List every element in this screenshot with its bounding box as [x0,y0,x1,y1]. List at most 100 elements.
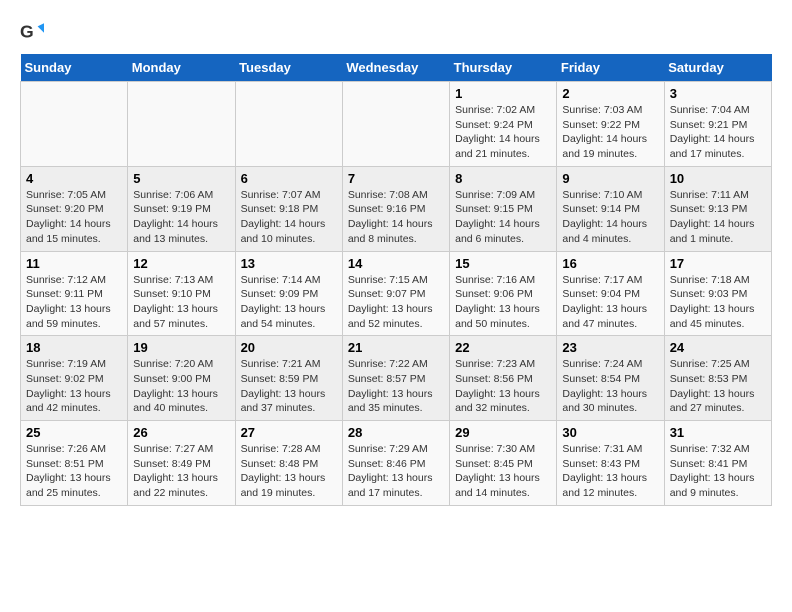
calendar-cell: 18 Sunrise: 7:19 AM Sunset: 9:02 PM Dayli… [21,336,128,421]
calendar-cell: 3 Sunrise: 7:04 AM Sunset: 9:21 PM Daylig… [664,82,771,167]
day-number: 8 [455,171,551,186]
day-number: 28 [348,425,444,440]
calendar-week-2: 4 Sunrise: 7:05 AM Sunset: 9:20 PM Daylig… [21,166,772,251]
day-info: Sunrise: 7:26 AM Sunset: 8:51 PM Dayligh… [26,442,122,501]
calendar-header-row: SundayMondayTuesdayWednesdayThursdayFrid… [21,54,772,82]
day-info: Sunrise: 7:11 AM Sunset: 9:13 PM Dayligh… [670,188,766,247]
day-number: 17 [670,256,766,271]
calendar-cell: 1 Sunrise: 7:02 AM Sunset: 9:24 PM Daylig… [450,82,557,167]
calendar-cell: 31 Sunrise: 7:32 AM Sunset: 8:41 PM Dayli… [664,421,771,506]
day-info: Sunrise: 7:20 AM Sunset: 9:00 PM Dayligh… [133,357,229,416]
day-number: 10 [670,171,766,186]
calendar-cell: 16Sunrise: 7:17 AM Sunset: 9:04 PM Dayli… [557,251,664,336]
calendar-cell [128,82,235,167]
calendar-cell: 17 Sunrise: 7:18 AM Sunset: 9:03 PM Dayli… [664,251,771,336]
day-info: Sunrise: 7:30 AM Sunset: 8:45 PM Dayligh… [455,442,551,501]
calendar-cell: 14 Sunrise: 7:15 AM Sunset: 9:07 PM Dayli… [342,251,449,336]
day-info: Sunrise: 7:07 AM Sunset: 9:18 PM Dayligh… [241,188,337,247]
day-info: Sunrise: 7:23 AM Sunset: 8:56 PM Dayligh… [455,357,551,416]
calendar-cell: 26Sunrise: 7:27 AM Sunset: 8:49 PM Dayli… [128,421,235,506]
day-number: 19 [133,340,229,355]
day-number: 14 [348,256,444,271]
day-number: 2 [562,86,658,101]
day-info: Sunrise: 7:03 AM Sunset: 9:22 PM Dayligh… [562,103,658,162]
day-info: Sunrise: 7:21 AM Sunset: 8:59 PM Dayligh… [241,357,337,416]
svg-text:G: G [20,22,34,42]
calendar-cell: 12Sunrise: 7:13 AM Sunset: 9:10 PM Dayli… [128,251,235,336]
calendar-cell: 8 Sunrise: 7:09 AM Sunset: 9:15 PM Daylig… [450,166,557,251]
day-info: Sunrise: 7:28 AM Sunset: 8:48 PM Dayligh… [241,442,337,501]
calendar-cell: 5Sunrise: 7:06 AM Sunset: 9:19 PM Daylig… [128,166,235,251]
day-number: 13 [241,256,337,271]
calendar-header-tuesday: Tuesday [235,54,342,82]
calendar-cell: 27 Sunrise: 7:28 AM Sunset: 8:48 PM Dayli… [235,421,342,506]
calendar-week-1: 1 Sunrise: 7:02 AM Sunset: 9:24 PM Daylig… [21,82,772,167]
day-info: Sunrise: 7:10 AM Sunset: 9:14 PM Dayligh… [562,188,658,247]
header: G [20,20,772,44]
day-number: 6 [241,171,337,186]
logo-icon: G [20,20,44,44]
calendar-cell: 19 Sunrise: 7:20 AM Sunset: 9:00 PM Dayli… [128,336,235,421]
calendar-cell: 23 Sunrise: 7:24 AM Sunset: 8:54 PM Dayli… [557,336,664,421]
calendar-cell: 15 Sunrise: 7:16 AM Sunset: 9:06 PM Dayli… [450,251,557,336]
calendar-body: 1 Sunrise: 7:02 AM Sunset: 9:24 PM Daylig… [21,82,772,506]
day-number: 20 [241,340,337,355]
calendar-header-saturday: Saturday [664,54,771,82]
day-info: Sunrise: 7:27 AM Sunset: 8:49 PM Dayligh… [133,442,229,501]
day-info: Sunrise: 7:02 AM Sunset: 9:24 PM Dayligh… [455,103,551,162]
day-info: Sunrise: 7:12 AM Sunset: 9:11 PM Dayligh… [26,273,122,332]
calendar-cell: 22 Sunrise: 7:23 AM Sunset: 8:56 PM Dayli… [450,336,557,421]
calendar-header-wednesday: Wednesday [342,54,449,82]
day-info: Sunrise: 7:25 AM Sunset: 8:53 PM Dayligh… [670,357,766,416]
calendar-cell [235,82,342,167]
day-number: 7 [348,171,444,186]
day-info: Sunrise: 7:04 AM Sunset: 9:21 PM Dayligh… [670,103,766,162]
calendar-cell: 30Sunrise: 7:31 AM Sunset: 8:43 PM Dayli… [557,421,664,506]
day-number: 29 [455,425,551,440]
day-info: Sunrise: 7:29 AM Sunset: 8:46 PM Dayligh… [348,442,444,501]
day-number: 18 [26,340,122,355]
day-number: 22 [455,340,551,355]
day-number: 16 [562,256,658,271]
calendar-cell: 7 Sunrise: 7:08 AM Sunset: 9:16 PM Daylig… [342,166,449,251]
day-info: Sunrise: 7:15 AM Sunset: 9:07 PM Dayligh… [348,273,444,332]
calendar-cell: 25 Sunrise: 7:26 AM Sunset: 8:51 PM Dayli… [21,421,128,506]
calendar-cell: 6 Sunrise: 7:07 AM Sunset: 9:18 PM Daylig… [235,166,342,251]
calendar-cell: 24Sunrise: 7:25 AM Sunset: 8:53 PM Dayli… [664,336,771,421]
day-info: Sunrise: 7:32 AM Sunset: 8:41 PM Dayligh… [670,442,766,501]
calendar-cell: 10 Sunrise: 7:11 AM Sunset: 9:13 PM Dayli… [664,166,771,251]
day-info: Sunrise: 7:24 AM Sunset: 8:54 PM Dayligh… [562,357,658,416]
day-number: 1 [455,86,551,101]
day-info: Sunrise: 7:09 AM Sunset: 9:15 PM Dayligh… [455,188,551,247]
calendar-cell: 20 Sunrise: 7:21 AM Sunset: 8:59 PM Dayli… [235,336,342,421]
calendar-cell: 29 Sunrise: 7:30 AM Sunset: 8:45 PM Dayli… [450,421,557,506]
day-number: 31 [670,425,766,440]
calendar-header-friday: Friday [557,54,664,82]
calendar-table: SundayMondayTuesdayWednesdayThursdayFrid… [20,54,772,506]
day-number: 23 [562,340,658,355]
calendar-cell: 11Sunrise: 7:12 AM Sunset: 9:11 PM Dayli… [21,251,128,336]
calendar-cell: 2 Sunrise: 7:03 AM Sunset: 9:22 PM Daylig… [557,82,664,167]
calendar-week-3: 11Sunrise: 7:12 AM Sunset: 9:11 PM Dayli… [21,251,772,336]
calendar-cell: 28 Sunrise: 7:29 AM Sunset: 8:46 PM Dayli… [342,421,449,506]
calendar-header-sunday: Sunday [21,54,128,82]
calendar-cell: 9Sunrise: 7:10 AM Sunset: 9:14 PM Daylig… [557,166,664,251]
calendar-cell: 21Sunrise: 7:22 AM Sunset: 8:57 PM Dayli… [342,336,449,421]
day-info: Sunrise: 7:31 AM Sunset: 8:43 PM Dayligh… [562,442,658,501]
day-info: Sunrise: 7:19 AM Sunset: 9:02 PM Dayligh… [26,357,122,416]
day-number: 15 [455,256,551,271]
calendar-cell [342,82,449,167]
day-info: Sunrise: 7:16 AM Sunset: 9:06 PM Dayligh… [455,273,551,332]
calendar-cell: 13Sunrise: 7:14 AM Sunset: 9:09 PM Dayli… [235,251,342,336]
day-number: 12 [133,256,229,271]
logo: G [20,20,48,44]
day-info: Sunrise: 7:05 AM Sunset: 9:20 PM Dayligh… [26,188,122,247]
day-info: Sunrise: 7:08 AM Sunset: 9:16 PM Dayligh… [348,188,444,247]
day-number: 25 [26,425,122,440]
day-info: Sunrise: 7:06 AM Sunset: 9:19 PM Dayligh… [133,188,229,247]
day-number: 4 [26,171,122,186]
day-number: 3 [670,86,766,101]
calendar-week-5: 25 Sunrise: 7:26 AM Sunset: 8:51 PM Dayli… [21,421,772,506]
day-number: 27 [241,425,337,440]
day-info: Sunrise: 7:18 AM Sunset: 9:03 PM Dayligh… [670,273,766,332]
